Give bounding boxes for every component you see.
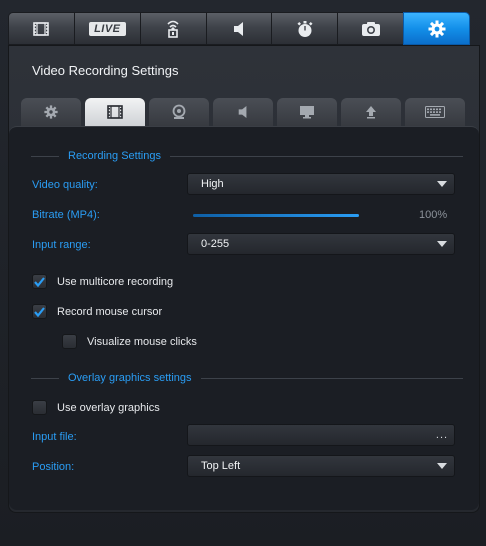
position-dropdown[interactable]: Top Left [187,455,455,477]
settings-panel: Video Recording Settings Recording Setti… [8,45,480,513]
checkmark-icon [34,276,45,287]
multicore-checkbox[interactable] [32,274,47,289]
tab-screenshot[interactable] [337,12,404,45]
keyboard-icon [425,106,445,118]
subtab-webcam[interactable] [149,98,209,126]
video-quality-label: Video quality: [32,179,98,191]
tab-audio[interactable] [205,12,272,45]
visualize-clicks-checkbox[interactable] [62,334,77,349]
divider [31,155,59,157]
bitrate-slider[interactable] [193,214,359,217]
antenna-icon [167,20,179,38]
divider [169,155,463,157]
bitrate-percent: 100% [419,209,448,221]
overlay-option[interactable]: Use overlay graphics [32,400,160,415]
overlay-checkbox[interactable] [32,400,47,415]
speaker-icon [238,106,247,118]
dropdown-value: Top Left [201,460,241,472]
speaker-icon [234,21,243,36]
visualize-clicks-option[interactable]: Visualize mouse clicks [62,334,197,349]
subtab-general[interactable] [21,98,81,126]
tab-broadcast[interactable] [139,12,206,45]
subtab-audio[interactable] [213,98,273,126]
chevron-down-icon [430,456,454,476]
sub-tab-bar [21,98,467,126]
camera-icon [361,21,380,36]
input-file-label: Input file: [32,431,77,443]
section-label: Overlay graphics settings [68,372,192,384]
checkbox-label: Use overlay graphics [57,401,160,414]
gear-icon [428,20,446,37]
checkbox-label: Visualize mouse clicks [87,335,197,348]
recording-section-header: Recording Settings [31,149,463,163]
film-icon [107,105,123,119]
record-cursor-option[interactable]: Record mouse cursor [32,304,162,319]
bitrate-label: Bitrate (MP4): [32,209,100,221]
tab-video[interactable] [8,12,74,45]
tab-timer[interactable] [271,12,338,45]
subtab-hotkeys[interactable] [405,98,465,126]
divider [31,377,59,379]
tab-live[interactable]: LIVE [73,12,140,45]
film-icon [33,21,50,36]
upload-icon [366,106,376,119]
divider [200,377,463,379]
gear-icon [44,105,58,119]
checkbox-label: Use multicore recording [57,275,174,288]
top-tab-bar: LIVE [8,12,471,45]
video-quality-dropdown[interactable]: High [187,173,455,195]
chevron-down-icon [430,174,454,194]
input-file-field[interactable]: ... [187,424,455,446]
dropdown-value: 0-255 [201,238,230,250]
webcam-icon [172,104,186,119]
subtab-display[interactable] [277,98,337,126]
record-cursor-checkbox[interactable] [32,304,47,319]
live-icon: LIVE [89,21,126,36]
input-range-dropdown[interactable]: 0-255 [187,233,455,255]
page-title: Video Recording Settings [32,63,179,78]
subtab-upload[interactable] [341,98,401,126]
chevron-down-icon [430,234,454,254]
timer-icon [297,20,313,37]
input-range-label: Input range: [32,239,91,251]
dropdown-value: High [201,178,224,190]
checkbox-label: Record mouse cursor [57,305,163,318]
slider-fill [193,214,359,217]
overlay-section-header: Overlay graphics settings [31,371,463,385]
monitor-icon [300,106,314,119]
settings-content: Recording Settings Video quality: High B… [9,126,479,510]
browse-button[interactable]: ... [430,425,454,445]
checkmark-icon [34,306,45,317]
subtab-video[interactable] [85,98,145,126]
position-label: Position: [32,461,75,473]
tab-settings[interactable] [403,12,471,45]
multicore-option[interactable]: Use multicore recording [32,274,173,289]
section-label: Recording Settings [68,150,161,162]
